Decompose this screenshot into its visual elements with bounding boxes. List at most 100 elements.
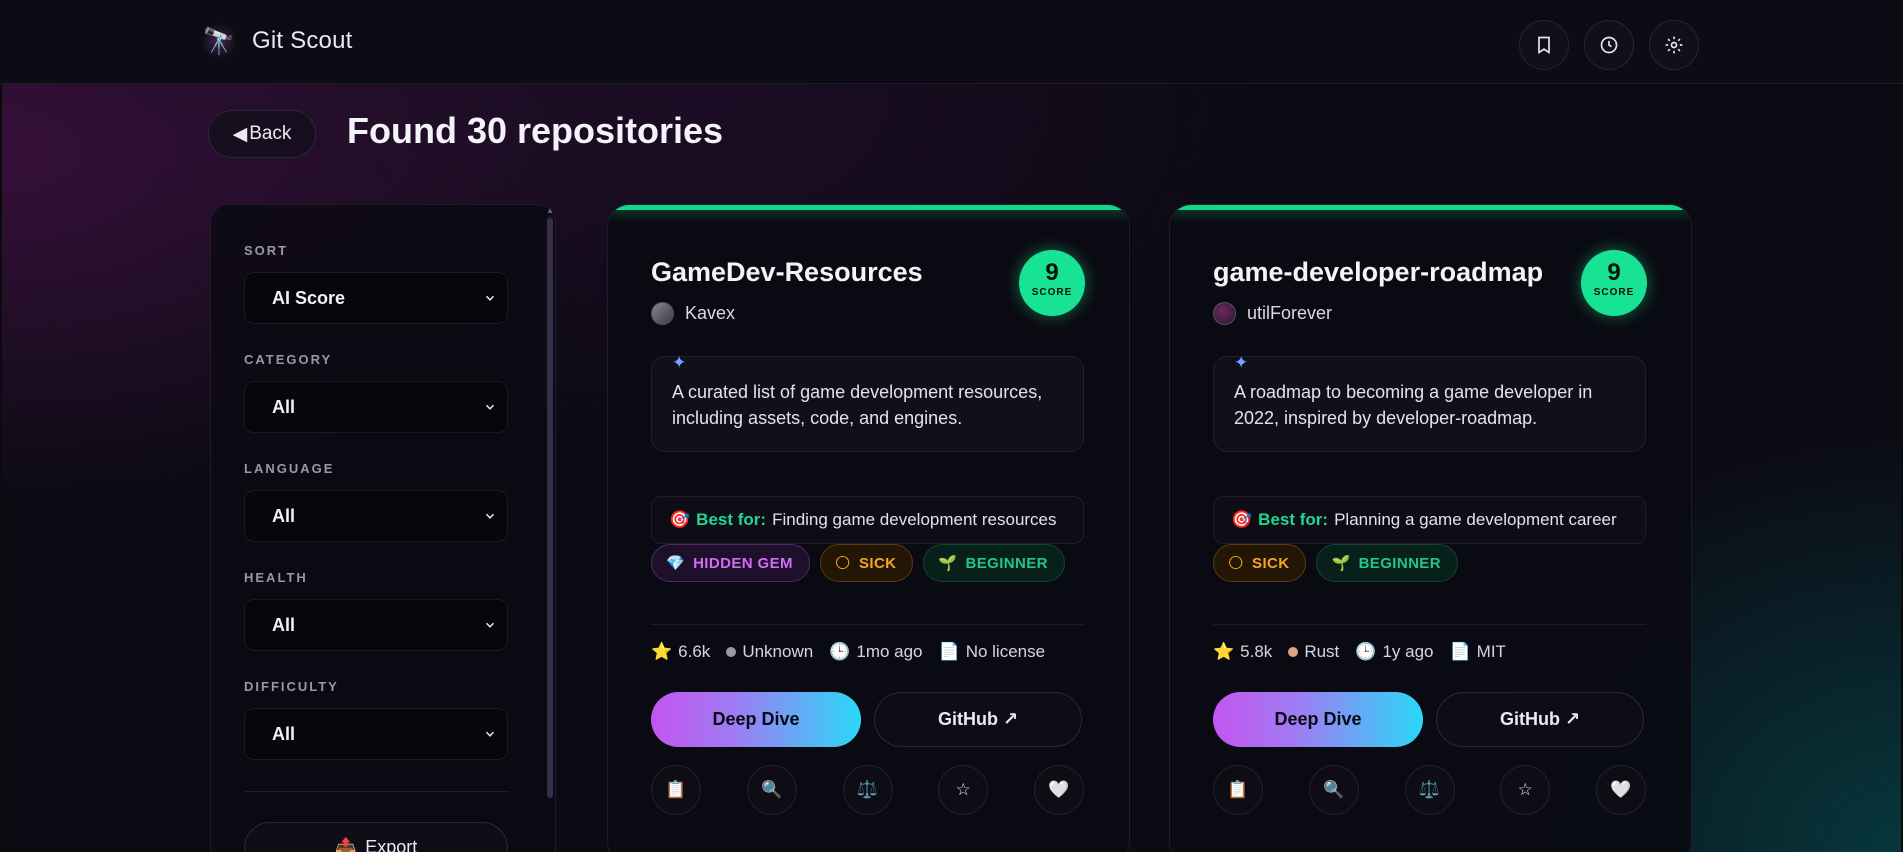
difficulty-label: DIFFICULTY [244, 679, 339, 694]
updated-text: 1y ago [1382, 642, 1434, 661]
beginner-badge: 🌱 BEGINNER [923, 544, 1065, 582]
stars-stat: ⭐ 5.8k [1213, 642, 1272, 662]
difficulty-select[interactable]: All [244, 708, 508, 760]
seedling-icon: 🌱 [938, 555, 958, 572]
telescope-icon: 🔭 [202, 22, 236, 60]
category-filter: CATEGORY All [244, 352, 508, 433]
card-icon-actions: 📋 🔍 ⚖️ ☆ 🤍 [651, 765, 1084, 815]
difficulty-filter: DIFFICULTY All [244, 679, 508, 760]
difficulty-value: All [272, 723, 296, 744]
owner-name: Kavex [685, 303, 736, 323]
license-stat: 📄 No license [939, 642, 1046, 662]
best-for: 🎯 Best for: Finding game development res… [651, 496, 1084, 544]
star-outline-icon[interactable]: ☆ [1500, 765, 1551, 815]
history-button[interactable] [1584, 20, 1634, 70]
hidden-gem-badge: 💎 HIDDEN GEM [651, 544, 810, 582]
app-name: Git Scout [252, 27, 353, 54]
score-label: SCORE [1593, 287, 1635, 298]
clock-icon: 🕒 [829, 642, 851, 661]
updated-text: 1mo ago [856, 642, 923, 661]
language-stat: Unknown [726, 642, 813, 662]
star-outline-icon[interactable]: ☆ [938, 765, 989, 815]
back-label: Back [249, 123, 292, 144]
brand[interactable]: 🔭 Git Scout [202, 22, 353, 60]
target-icon: 🎯 [669, 510, 691, 529]
category-label: CATEGORY [244, 352, 333, 367]
page-title: Found 30 repositories [347, 110, 724, 151]
language-filter: LANGUAGE All [244, 461, 508, 542]
sparkle-icon: ✦ [672, 353, 687, 372]
score-badge: 9 SCORE [1581, 250, 1647, 316]
language-stat: Rust [1288, 642, 1339, 662]
gem-icon: 💎 [666, 555, 686, 572]
health-select[interactable]: All [244, 599, 508, 651]
license-stat: 📄 MIT [1450, 642, 1506, 662]
bookmark-icon [1538, 36, 1550, 55]
sparkle-icon: ✦ [1234, 353, 1249, 372]
back-button[interactable]: ◀ Back [208, 110, 316, 158]
tag-list: 🌕 SICK 🌱 BEGINNER [1213, 544, 1458, 582]
repo-owner[interactable]: utilForever [1213, 302, 1332, 325]
export-icon: 📤 [334, 837, 358, 852]
score-value: 9 [1045, 259, 1059, 286]
star-icon: ⭐ [1213, 642, 1235, 661]
language-select[interactable]: All [244, 490, 508, 542]
best-for: 🎯 Best for: Planning a game development … [1213, 496, 1646, 544]
deep-dive-button[interactable]: Deep Dive [651, 692, 861, 747]
health-value: All [272, 614, 296, 635]
clock-icon [1600, 36, 1618, 54]
language-name: Rust [1304, 642, 1340, 661]
best-for-label: Best for: [1258, 510, 1329, 529]
repo-title[interactable]: game-developer-roadmap [1213, 257, 1543, 288]
scrollbar-thumb[interactable] [547, 218, 553, 798]
sort-select[interactable]: AI Score [244, 272, 508, 324]
export-button[interactable]: 📤 Export [244, 822, 508, 852]
chevron-down-icon [485, 295, 495, 301]
magnifier-icon[interactable]: 🔍 [1308, 765, 1359, 815]
sort-value: AI Score [272, 287, 346, 308]
best-for-label: Best for: [696, 510, 767, 529]
scroll-up-arrow-icon[interactable]: ▲ [546, 206, 554, 215]
sidebar-divider [244, 791, 510, 792]
owner-name: utilForever [1247, 303, 1333, 323]
clipboard-icon[interactable]: 📋 [1213, 765, 1263, 815]
file-icon: 📄 [938, 642, 960, 661]
score-label: SCORE [1031, 287, 1073, 298]
updated-stat: 🕒 1y ago [1355, 642, 1433, 662]
scales-icon[interactable]: ⚖️ [1404, 765, 1455, 815]
stars-count: 6.6k [678, 642, 711, 661]
moon-icon: 🌕 [1228, 555, 1245, 572]
summary-text: A roadmap to becoming a game developer i… [1234, 382, 1593, 428]
scales-icon[interactable]: ⚖️ [842, 765, 893, 815]
magnifier-icon[interactable]: 🔍 [746, 765, 797, 815]
heart-icon[interactable]: 🤍 [1596, 765, 1646, 815]
clock-icon: 🕒 [1355, 642, 1377, 661]
bookmarks-button[interactable] [1519, 20, 1569, 70]
chevron-down-icon [485, 404, 495, 410]
sick-badge: 🌕 SICK [819, 544, 914, 582]
repo-owner[interactable]: Kavex [651, 302, 735, 325]
heart-icon[interactable]: 🤍 [1034, 765, 1084, 815]
beginner-badge: 🌱 BEGINNER [1316, 544, 1458, 582]
score-badge: 9 SCORE [1019, 250, 1085, 316]
chevron-down-icon [485, 622, 495, 628]
category-select[interactable]: All [244, 381, 508, 433]
settings-button[interactable] [1649, 20, 1699, 70]
clipboard-icon[interactable]: 📋 [651, 765, 701, 815]
card-actions: Deep Dive GitHub ↗ [1213, 692, 1644, 747]
seedling-icon: 🌱 [1331, 555, 1351, 572]
sidebar-scrollbar[interactable]: ▲ [546, 206, 554, 798]
language-dot [726, 647, 737, 657]
summary-text: A curated list of game development resou… [672, 382, 1043, 428]
repo-meta: ⭐ 5.8k Rust 🕒 1y ago 📄 MIT [1213, 642, 1506, 662]
stars-count: 5.8k [1240, 642, 1273, 661]
tag-label: SICK [858, 554, 897, 572]
repo-title[interactable]: GameDev-Resources [651, 257, 923, 288]
back-arrow-icon: ◀ [232, 123, 248, 145]
github-button[interactable]: GitHub ↗ [874, 692, 1082, 747]
github-button[interactable]: GitHub ↗ [1436, 692, 1644, 747]
moon-icon: 🌕 [834, 555, 851, 572]
chevron-down-icon [485, 513, 495, 519]
updated-stat: 🕒 1mo ago [829, 642, 922, 662]
deep-dive-button[interactable]: Deep Dive [1213, 692, 1423, 747]
